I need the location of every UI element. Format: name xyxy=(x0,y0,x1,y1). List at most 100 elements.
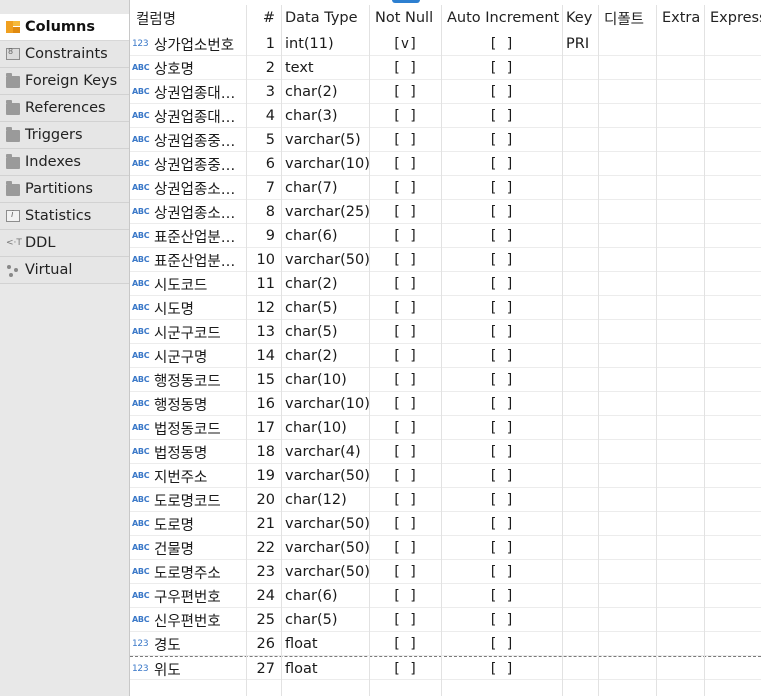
cell-ordinal[interactable]: 1 xyxy=(246,32,281,56)
cell-default[interactable] xyxy=(598,200,656,224)
not-null-checkbox[interactable]: [ ] xyxy=(369,416,441,440)
cell-data-type[interactable]: varchar(50) xyxy=(281,512,369,536)
header-key[interactable]: Key xyxy=(562,5,598,31)
cell-key[interactable] xyxy=(562,536,598,560)
cell-default[interactable] xyxy=(598,416,656,440)
cell-expression[interactable] xyxy=(704,464,761,488)
column-divider[interactable] xyxy=(656,5,657,696)
cell-extra[interactable] xyxy=(656,584,704,608)
cell-default[interactable] xyxy=(598,512,656,536)
column-divider[interactable] xyxy=(598,5,599,696)
cell-column-name[interactable]: 123 위도 xyxy=(130,657,246,681)
not-null-checkbox[interactable]: [ ] xyxy=(369,632,441,656)
cell-ordinal[interactable]: 20 xyxy=(246,488,281,512)
cell-key[interactable] xyxy=(562,296,598,320)
cell-default[interactable] xyxy=(598,584,656,608)
cell-default[interactable] xyxy=(598,320,656,344)
cell-default[interactable] xyxy=(598,104,656,128)
cell-data-type[interactable]: char(2) xyxy=(281,344,369,368)
cell-expression[interactable] xyxy=(704,248,761,272)
auto-increment-checkbox[interactable]: [ ] xyxy=(441,248,562,272)
table-row[interactable]: ABC 도로명 21 varchar(50)[ ][ ] xyxy=(130,512,761,536)
cell-key[interactable] xyxy=(562,272,598,296)
cell-expression[interactable] xyxy=(704,104,761,128)
cell-column-name[interactable]: ABC 지번주소 xyxy=(130,464,246,488)
column-divider[interactable] xyxy=(369,5,370,696)
table-row[interactable]: ABC 행정동코드 15 char(10)[ ][ ] xyxy=(130,368,761,392)
auto-increment-checkbox[interactable]: [ ] xyxy=(441,32,562,56)
cell-column-name[interactable]: ABC 법정동코드 xyxy=(130,416,246,440)
auto-increment-checkbox[interactable]: [ ] xyxy=(441,464,562,488)
cell-data-type[interactable]: char(3) xyxy=(281,104,369,128)
cell-column-name[interactable]: 123 상가업소번호 xyxy=(130,32,246,56)
tab-triggers[interactable]: Triggers xyxy=(0,122,129,149)
cell-expression[interactable] xyxy=(704,224,761,248)
cell-default[interactable] xyxy=(598,128,656,152)
cell-key[interactable] xyxy=(562,392,598,416)
column-divider[interactable] xyxy=(246,5,247,696)
cell-expression[interactable] xyxy=(704,272,761,296)
cell-key[interactable] xyxy=(562,152,598,176)
tab-virtual[interactable]: Virtual xyxy=(0,257,129,284)
header-default[interactable]: 디폴트 xyxy=(598,5,656,31)
cell-data-type[interactable]: int(11) xyxy=(281,32,369,56)
cell-data-type[interactable]: varchar(50) xyxy=(281,464,369,488)
cell-column-name[interactable]: ABC 도로명주소 xyxy=(130,560,246,584)
table-row[interactable]: ABC 표준산업분… 10 varchar(50)[ ][ ] xyxy=(130,248,761,272)
cell-extra[interactable] xyxy=(656,560,704,584)
table-row[interactable]: ABC 행정동명 16 varchar(10)[ ][ ] xyxy=(130,392,761,416)
cell-ordinal[interactable]: 15 xyxy=(246,368,281,392)
header-not-null[interactable]: Not Null xyxy=(369,5,441,31)
cell-data-type[interactable]: varchar(25) xyxy=(281,200,369,224)
auto-increment-checkbox[interactable]: [ ] xyxy=(441,657,562,681)
cell-data-type[interactable]: varchar(50) xyxy=(281,536,369,560)
table-row[interactable]: 123 상가업소번호 1 int(11) [v][ ] PRI xyxy=(130,32,761,56)
cell-extra[interactable] xyxy=(656,488,704,512)
not-null-checkbox[interactable]: [ ] xyxy=(369,152,441,176)
not-null-checkbox[interactable]: [ ] xyxy=(369,344,441,368)
not-null-checkbox[interactable]: [ ] xyxy=(369,56,441,80)
cell-ordinal[interactable]: 21 xyxy=(246,512,281,536)
auto-increment-checkbox[interactable]: [ ] xyxy=(441,488,562,512)
auto-increment-checkbox[interactable]: [ ] xyxy=(441,128,562,152)
cell-column-name[interactable]: ABC 시군구명 xyxy=(130,344,246,368)
tab-partitions[interactable]: Partitions xyxy=(0,176,129,203)
not-null-checkbox[interactable]: [ ] xyxy=(369,536,441,560)
cell-default[interactable] xyxy=(598,176,656,200)
cell-key[interactable] xyxy=(562,320,598,344)
cell-data-type[interactable]: varchar(5) xyxy=(281,128,369,152)
cell-extra[interactable] xyxy=(656,440,704,464)
not-null-checkbox[interactable]: [ ] xyxy=(369,560,441,584)
cell-extra[interactable] xyxy=(656,608,704,632)
tab-ddl[interactable]: <·T DDL xyxy=(0,230,129,257)
cell-column-name[interactable]: ABC 시군구코드 xyxy=(130,320,246,344)
cell-ordinal[interactable]: 24 xyxy=(246,584,281,608)
cell-expression[interactable] xyxy=(704,32,761,56)
cell-data-type[interactable]: char(2) xyxy=(281,80,369,104)
cell-ordinal[interactable]: 23 xyxy=(246,560,281,584)
cell-column-name[interactable]: ABC 표준산업분… xyxy=(130,248,246,272)
cell-extra[interactable] xyxy=(656,152,704,176)
cell-key[interactable] xyxy=(562,128,598,152)
cell-ordinal[interactable]: 17 xyxy=(246,416,281,440)
auto-increment-checkbox[interactable]: [ ] xyxy=(441,224,562,248)
cell-ordinal[interactable]: 4 xyxy=(246,104,281,128)
auto-increment-checkbox[interactable]: [ ] xyxy=(441,416,562,440)
table-row[interactable]: 123 위도 27 float[ ][ ] xyxy=(130,656,761,680)
cell-data-type[interactable]: char(6) xyxy=(281,224,369,248)
not-null-checkbox[interactable]: [ ] xyxy=(369,464,441,488)
cell-default[interactable] xyxy=(598,224,656,248)
auto-increment-checkbox[interactable]: [ ] xyxy=(441,440,562,464)
cell-extra[interactable] xyxy=(656,392,704,416)
cell-key[interactable] xyxy=(562,416,598,440)
header-expression[interactable]: Expressi xyxy=(704,5,761,31)
cell-ordinal[interactable]: 13 xyxy=(246,320,281,344)
cell-data-type[interactable]: char(5) xyxy=(281,320,369,344)
column-divider[interactable] xyxy=(441,5,442,696)
cell-extra[interactable] xyxy=(656,416,704,440)
table-row[interactable]: ABC 시군구명 14 char(2)[ ][ ] xyxy=(130,344,761,368)
cell-extra[interactable] xyxy=(656,200,704,224)
cell-data-type[interactable]: text xyxy=(281,56,369,80)
auto-increment-checkbox[interactable]: [ ] xyxy=(441,56,562,80)
cell-data-type[interactable]: char(7) xyxy=(281,176,369,200)
